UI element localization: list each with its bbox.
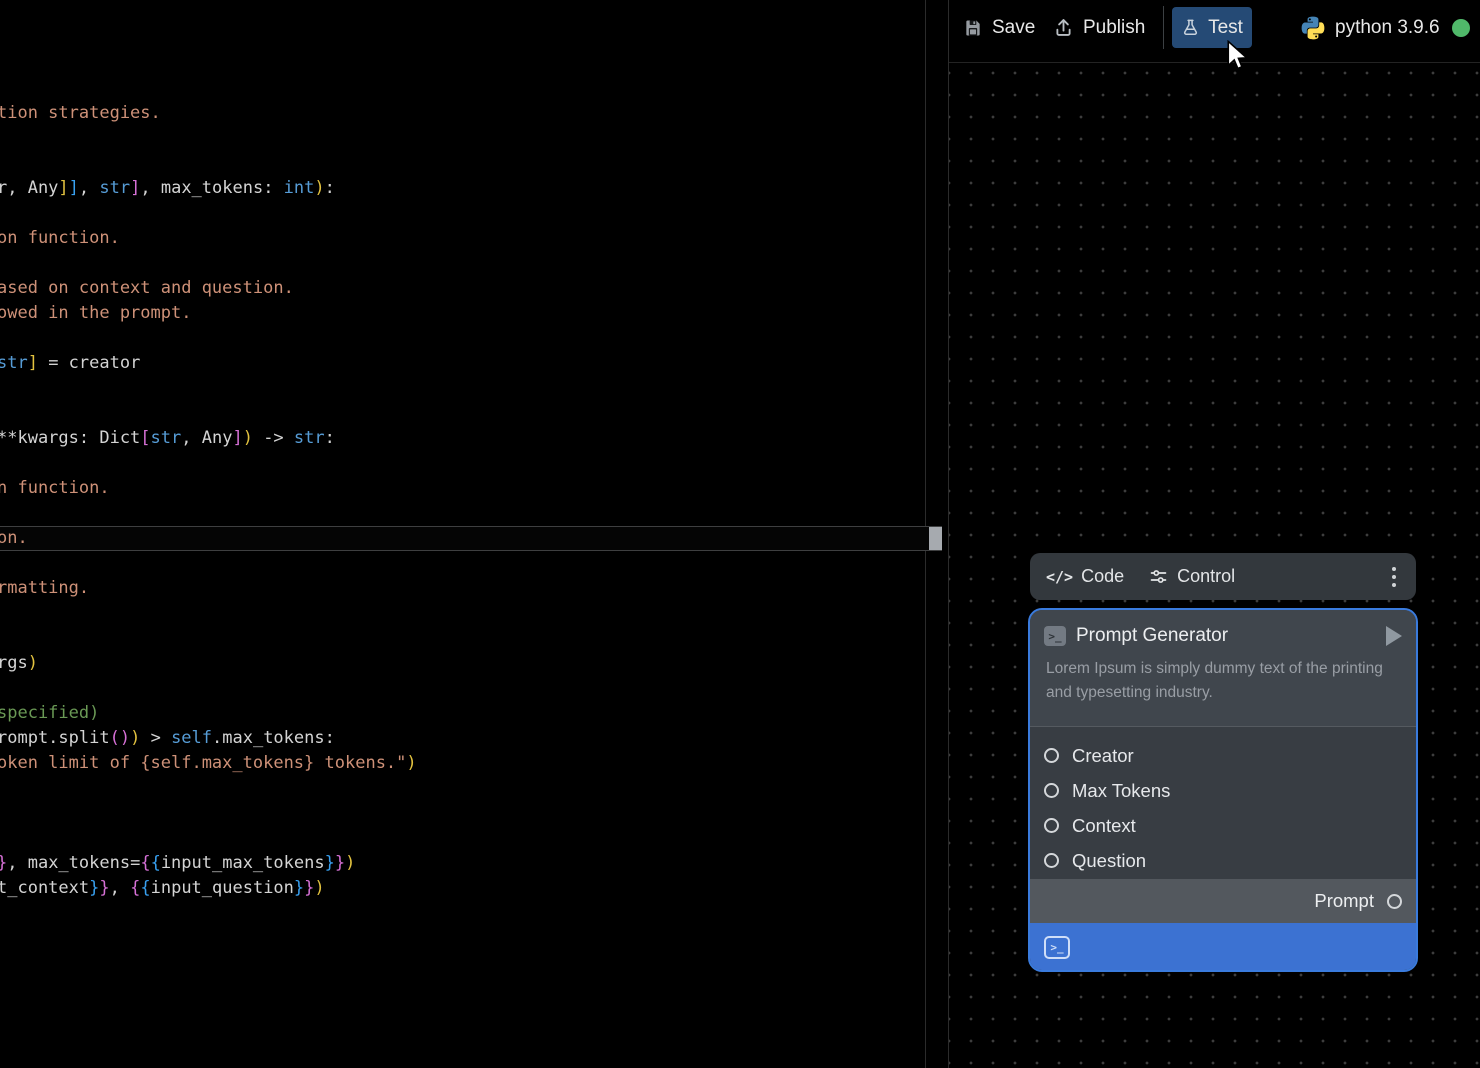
python-runtime-badge: python 3.9.6 xyxy=(1300,0,1440,55)
terminal-icon: >_ xyxy=(1044,626,1066,646)
code-editor[interactable]: tion strategies. r, Any]], str], max_toke… xyxy=(0,0,926,1068)
code-line: **kwargs: Dict[str, Any]) -> str: xyxy=(0,426,335,451)
input-port-circle[interactable] xyxy=(1044,783,1059,798)
flask-icon xyxy=(1181,18,1200,37)
output-port-row: Prompt xyxy=(1030,879,1416,923)
scrollbar-thumb[interactable] xyxy=(929,527,942,550)
publish-label: Publish xyxy=(1083,17,1145,39)
output-port-label: Prompt xyxy=(1314,890,1374,912)
publish-button[interactable]: Publish xyxy=(1053,0,1145,55)
code-line: rgs) xyxy=(0,651,38,676)
input-port-row: Context xyxy=(1030,808,1416,843)
canvas-top-border xyxy=(949,62,1480,63)
node-header-section: >_ Prompt Generator Lorem Ipsum is simpl… xyxy=(1030,610,1416,727)
code-line: specified) xyxy=(0,701,99,726)
input-port-label: Context xyxy=(1072,815,1136,837)
node-tabbar: </> Code Control xyxy=(1030,553,1416,600)
code-line: owed in the prompt. xyxy=(0,301,191,326)
node-footer: >_ xyxy=(1030,923,1416,972)
python-logo-icon xyxy=(1300,15,1326,41)
input-port-row: Question xyxy=(1030,843,1416,878)
code-line: }, max_tokens={{input_max_tokens}}) xyxy=(0,851,355,876)
test-label: Test xyxy=(1208,17,1243,39)
current-line-highlight xyxy=(0,526,942,551)
kebab-menu-icon[interactable] xyxy=(1388,563,1400,591)
save-icon xyxy=(963,18,983,38)
code-line: on. xyxy=(0,526,28,551)
code-line: on function. xyxy=(0,226,120,251)
code-line: ased on context and question. xyxy=(0,276,294,301)
input-port-label: Max Tokens xyxy=(1072,780,1170,802)
input-port-row: Creator xyxy=(1030,738,1416,773)
input-port-row: Max Tokens xyxy=(1030,773,1416,808)
input-port-circle[interactable] xyxy=(1044,853,1059,868)
code-line: t_context}}, {{input_question}}) xyxy=(0,876,325,901)
play-icon[interactable] xyxy=(1386,626,1402,646)
node-title: Prompt Generator xyxy=(1076,625,1228,647)
publish-icon xyxy=(1053,17,1074,38)
app-window: tion strategies. r, Any]], str], max_toke… xyxy=(0,0,1480,1068)
tab-code[interactable]: </> Code xyxy=(1046,566,1124,587)
mouse-cursor xyxy=(1222,40,1252,72)
node-description: Lorem Ipsum is simply dummy text of the … xyxy=(1030,647,1402,705)
node-card-prompt-generator[interactable]: >_ Prompt Generator Lorem Ipsum is simpl… xyxy=(1028,608,1418,972)
code-icon: </> xyxy=(1046,568,1073,586)
status-indicator-dot xyxy=(1452,19,1470,37)
input-port-label: Question xyxy=(1072,850,1146,872)
input-port-circle[interactable] xyxy=(1044,818,1059,833)
code-line: rmatting. xyxy=(0,576,89,601)
save-button[interactable]: Save xyxy=(963,0,1035,55)
tab-control-label: Control xyxy=(1177,566,1235,587)
tab-code-label: Code xyxy=(1081,566,1124,587)
tab-control[interactable]: Control xyxy=(1148,566,1235,587)
output-port-circle[interactable] xyxy=(1387,894,1402,909)
sliders-icon xyxy=(1148,566,1169,587)
code-line: oken limit of {self.max_tokens} tokens."… xyxy=(0,751,417,776)
toolbar: Save Publish Test xyxy=(948,0,1480,55)
save-label: Save xyxy=(992,17,1035,39)
node-inputs: Creator Max Tokens Context Question xyxy=(1030,727,1416,879)
code-line: rompt.split()) > self.max_tokens: xyxy=(0,726,335,751)
input-port-circle[interactable] xyxy=(1044,748,1059,763)
runtime-label: python 3.9.6 xyxy=(1335,17,1440,39)
code-line: str] = creator xyxy=(0,351,140,376)
code-line: n function. xyxy=(0,476,110,501)
code-line: tion strategies. xyxy=(0,101,161,126)
toolbar-separator xyxy=(1163,6,1164,49)
input-port-label: Creator xyxy=(1072,745,1134,767)
terminal-outline-icon[interactable]: >_ xyxy=(1044,936,1070,959)
code-line: r, Any]], str], max_tokens: int): xyxy=(0,176,335,201)
